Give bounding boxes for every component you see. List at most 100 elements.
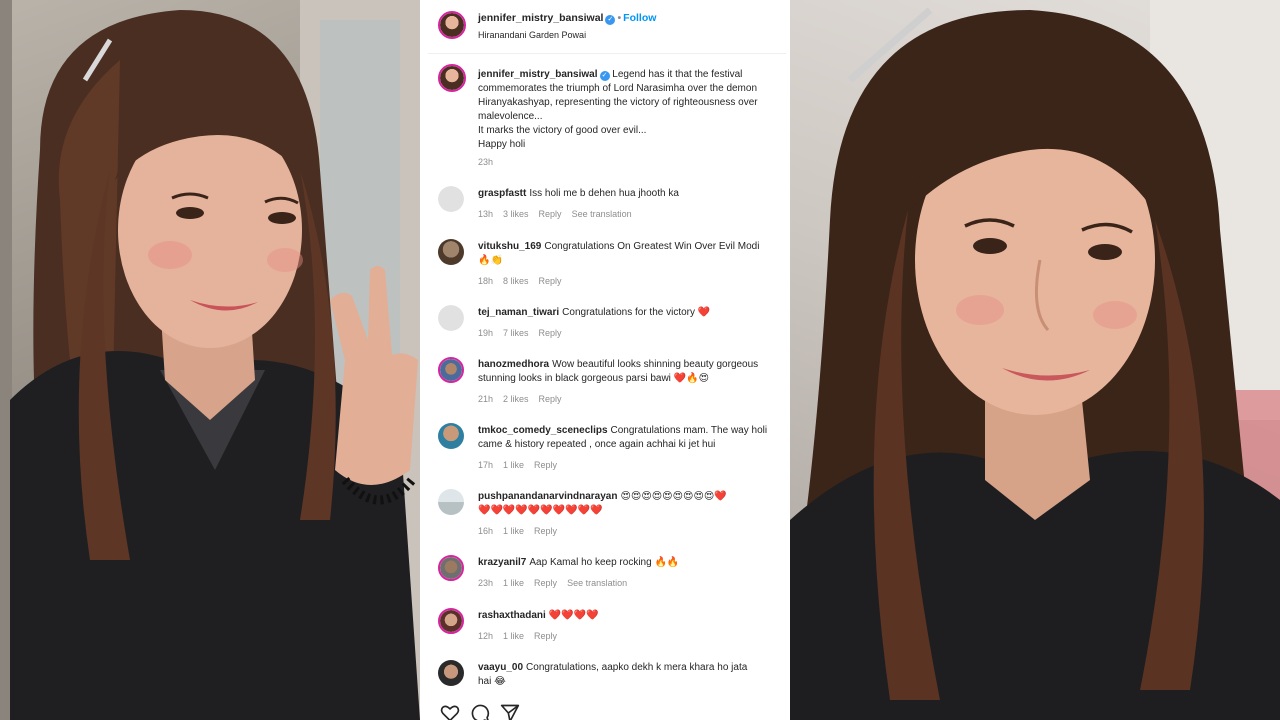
caption-line: Happy holi [478, 139, 526, 150]
reply-button[interactable]: Reply [539, 209, 562, 219]
comment-line: Congratulations mam. The way holi [610, 425, 768, 436]
comment-time: 16h [478, 526, 494, 536]
see-translation-button[interactable]: See translation [572, 209, 632, 219]
left-photo-illustration [0, 0, 420, 720]
comment-avatar[interactable] [438, 186, 464, 212]
reply-button[interactable]: Reply [539, 394, 562, 404]
caption-line: It marks the victory of good over evil..… [478, 125, 647, 136]
comment-line: Congratulations On Greatest Win Over Evi… [544, 241, 760, 252]
comment-time: 21h [478, 394, 494, 404]
comment-line: ❤️❤️❤️❤️ [548, 610, 599, 621]
comment-username[interactable]: tmkoc_comedy_sceneclips [478, 425, 608, 436]
comment-username[interactable]: graspfastt [478, 188, 526, 199]
comment-likes[interactable]: 1 like [503, 578, 524, 588]
post-author-line: jennifer_mistry_bansiwal ✓ • Follow [478, 12, 656, 25]
comment-text: rashaxthadani ❤️❤️❤️❤️ [478, 609, 780, 623]
comment-text: pushpanandanarvindnarayan 😍😍😍😍😍😍😍😍😍❤️ ❤️❤️… [478, 490, 780, 518]
comment-line: ❤️❤️❤️❤️❤️❤️❤️❤️❤️❤️ [478, 505, 603, 516]
caption-line: commemorates the triumph of Lord Narasim… [478, 83, 758, 94]
reply-button[interactable]: Reply [539, 276, 562, 286]
comment-avatar[interactable] [438, 489, 464, 515]
comment-meta: 12h 1 like Reply [478, 631, 567, 641]
author-username[interactable]: jennifer_mistry_bansiwal [478, 12, 603, 24]
caption-text: jennifer_mistry_bansiwal ✓ Legend has it … [478, 68, 783, 152]
author-avatar[interactable] [438, 11, 466, 39]
comment-line: came & history repeated , once again ach… [478, 439, 716, 450]
comment-username[interactable]: vitukshu_169 [478, 241, 541, 252]
dot-separator: • [617, 12, 622, 24]
comment-time: 18h [478, 276, 494, 286]
comment-likes[interactable]: 1 like [503, 631, 524, 641]
comment-line: 😍😍😍😍😍😍😍😍😍❤️ [620, 491, 727, 502]
comment-line: Aap Kamal ho keep rocking 🔥🔥 [529, 557, 680, 568]
reply-button[interactable]: Reply [534, 578, 557, 588]
right-photo-illustration [790, 0, 1280, 720]
reply-button[interactable]: Reply [534, 526, 557, 536]
comment-text: tej_naman_tiwari Congratulations for the … [478, 306, 780, 320]
caption-author-avatar[interactable] [438, 64, 466, 92]
comment-text: vaayu_00 Congratulations, aapko dekh k me… [478, 661, 780, 689]
comment-likes[interactable]: 2 likes [503, 394, 529, 404]
comment-meta: 13h 3 likes Reply See translation [478, 209, 642, 219]
comment-avatar[interactable] [438, 239, 464, 265]
comment-likes[interactable]: 1 like [503, 460, 524, 470]
caption-timestamp: 23h [478, 157, 494, 167]
comment-username[interactable]: hanozmedhora [478, 359, 549, 370]
comment-time: 17h [478, 460, 494, 470]
comment-line: 🔥👏 [478, 255, 503, 266]
post-action-bar [428, 696, 786, 720]
caption-line: Hiranyakashyap, representing the victory… [478, 97, 758, 108]
comment-text: hanozmedhora Wow beautiful looks shinning… [478, 358, 780, 386]
comment-text: graspfastt Iss holi me b dehen hua jhooth… [478, 187, 780, 201]
verified-badge-icon: ✓ [599, 71, 610, 81]
comment-meta: 19h 7 likes Reply [478, 328, 572, 338]
comment-likes[interactable]: 3 likes [503, 209, 529, 219]
verified-badge-icon: ✓ [605, 15, 616, 25]
post-header: jennifer_mistry_bansiwal ✓ • Follow Hiranan… [428, 0, 786, 54]
caption-line: Legend has it that the festival [612, 69, 743, 80]
comment-line: Congratulations for the victory ❤️ [562, 307, 711, 318]
comment-username[interactable]: rashaxthadani [478, 610, 546, 621]
post-location[interactable]: Hiranandani Garden Powai [478, 30, 586, 40]
comment-username[interactable]: krazyanil7 [478, 557, 526, 568]
comment-icon[interactable] [470, 703, 490, 720]
comment-line: Iss holi me b dehen hua jhooth ka [529, 188, 679, 199]
left-photo [0, 0, 420, 720]
comment-text: krazyanil7 Aap Kamal ho keep rocking 🔥🔥 [478, 556, 780, 570]
caption-line: malevolence... [478, 111, 543, 122]
follow-button[interactable]: Follow [623, 12, 656, 24]
see-translation-button[interactable]: See translation [567, 578, 627, 588]
comment-likes[interactable]: 7 likes [503, 328, 529, 338]
comment-line: Congratulations, aapko dekh k mera khara… [526, 662, 748, 673]
comment-meta: 21h 2 likes Reply [478, 394, 572, 404]
comment-avatar[interactable] [438, 357, 464, 383]
comment-line: stunning looks in black gorgeous parsi b… [478, 373, 709, 384]
instagram-post-panel: jennifer_mistry_bansiwal ✓ • Follow Hiranan… [428, 0, 786, 720]
share-icon[interactable] [500, 703, 520, 720]
comment-username[interactable]: vaayu_00 [478, 662, 523, 673]
reply-button[interactable]: Reply [534, 460, 557, 470]
reply-button[interactable]: Reply [539, 328, 562, 338]
comment-time: 13h [478, 209, 494, 219]
comment-time: 23h [478, 578, 494, 588]
right-photo [790, 0, 1280, 720]
comment-meta: 18h 8 likes Reply [478, 276, 572, 286]
comment-text: vitukshu_169 Congratulations On Greatest … [478, 240, 780, 268]
comment-avatar[interactable] [438, 423, 464, 449]
comment-username[interactable]: tej_naman_tiwari [478, 307, 559, 318]
comment-username[interactable]: pushpanandanarvindnarayan [478, 491, 617, 502]
comment-time: 19h [478, 328, 494, 338]
comment-avatar[interactable] [438, 660, 464, 686]
comment-line: Wow beautiful looks shinning beauty gorg… [552, 359, 759, 370]
comment-likes[interactable]: 8 likes [503, 276, 529, 286]
comment-meta: 23h 1 like Reply See translation [478, 578, 637, 588]
comment-meta: 17h 1 like Reply [478, 460, 567, 470]
comment-avatar[interactable] [438, 305, 464, 331]
heart-outline-icon[interactable] [440, 703, 460, 720]
caption-username[interactable]: jennifer_mistry_bansiwal [478, 69, 598, 80]
reply-button[interactable]: Reply [534, 631, 557, 641]
comment-avatar[interactable] [438, 608, 464, 634]
comment-meta: 16h 1 like Reply [478, 526, 567, 536]
comment-avatar[interactable] [438, 555, 464, 581]
comment-likes[interactable]: 1 like [503, 526, 524, 536]
